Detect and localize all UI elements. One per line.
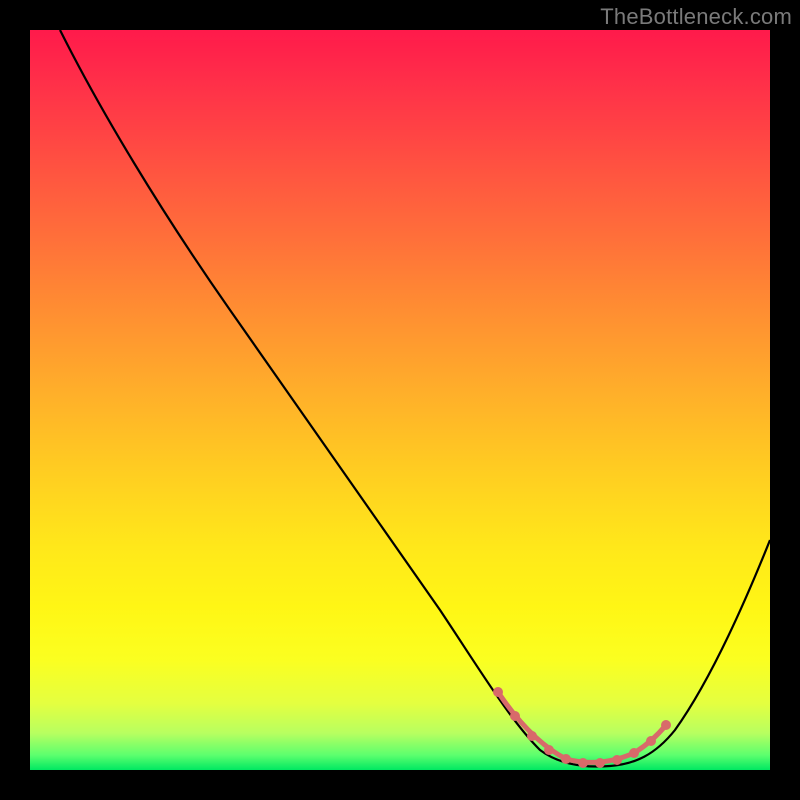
optimal-range-connector bbox=[498, 692, 666, 762]
watermark-text: TheBottleneck.com bbox=[600, 4, 792, 30]
chart-area bbox=[30, 30, 770, 770]
bottleneck-curve-path bbox=[60, 30, 770, 767]
curve-overlay bbox=[30, 30, 770, 770]
